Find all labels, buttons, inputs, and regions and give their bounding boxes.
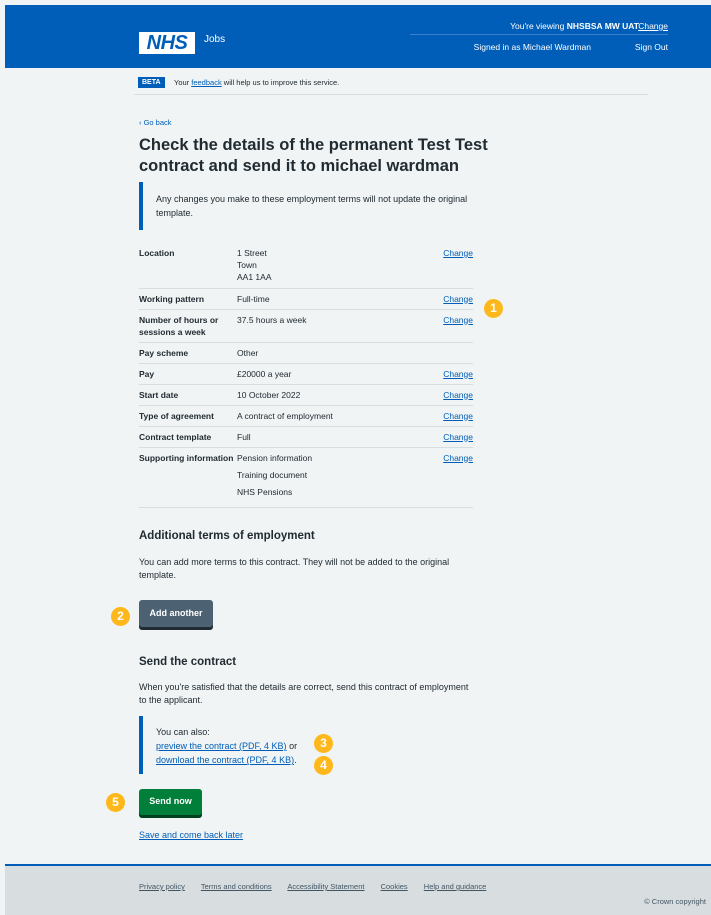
copyright-text: © Crown copyright bbox=[644, 897, 706, 906]
summary-key: Supporting information bbox=[139, 447, 237, 508]
download-options-inset: You can also: preview the contract (PDF,… bbox=[139, 716, 479, 774]
feedback-link[interactable]: feedback bbox=[191, 78, 221, 87]
summary-key: Working pattern bbox=[139, 288, 237, 310]
summary-key: Pay scheme bbox=[139, 342, 237, 364]
summary-key: Type of agreement bbox=[139, 405, 237, 427]
go-back-label: Go back bbox=[143, 118, 172, 127]
callout-badge-5: 5 bbox=[106, 793, 125, 812]
additional-terms-heading: Additional terms of employment bbox=[139, 530, 315, 542]
viewing-org: NHSBSA MW UAT bbox=[566, 21, 639, 31]
page-title: Check the details of the permanent Test … bbox=[139, 136, 488, 175]
beta-text: Your feedback will help us to improve th… bbox=[174, 78, 339, 87]
beta-text-after: will help us to improve this service. bbox=[223, 78, 340, 87]
summary-value: 1 Street Town AA1 1AA bbox=[237, 243, 433, 289]
site-header: NHS Jobs You're viewing NHSBSA MW UAT Ch… bbox=[5, 5, 711, 68]
change-start-date-link[interactable]: Change bbox=[443, 390, 473, 400]
change-pay-link[interactable]: Change bbox=[443, 369, 473, 379]
or-text: or bbox=[289, 741, 298, 751]
summary-key: Pay bbox=[139, 363, 237, 385]
callout-badge-3: 3 bbox=[314, 734, 333, 753]
summary-key: Start date bbox=[139, 384, 237, 406]
footer-links: Privacy policy Terms and conditions Acce… bbox=[139, 882, 500, 891]
supporting-doc: Training document bbox=[237, 469, 308, 480]
summary-value: Other bbox=[237, 342, 433, 364]
save-and-come-back-later-link[interactable]: Save and come back later bbox=[139, 830, 243, 840]
supporting-doc: Pension information bbox=[237, 452, 313, 463]
change-hours-link[interactable]: Change bbox=[443, 315, 473, 325]
signed-in-text: Signed in as Michael Wardman bbox=[473, 42, 591, 52]
summary-key: Contract template bbox=[139, 426, 237, 448]
location-line: Town bbox=[237, 260, 257, 270]
summary-value: 10 October 2022 bbox=[237, 384, 433, 406]
service-name: Jobs bbox=[204, 34, 226, 45]
change-supporting-info-link[interactable]: Change bbox=[443, 453, 473, 463]
footer-link-help[interactable]: Help and guidance bbox=[424, 882, 487, 891]
location-line: 1 Street bbox=[237, 248, 267, 258]
viewing-prefix: You're viewing bbox=[510, 21, 565, 31]
footer-link-terms[interactable]: Terms and conditions bbox=[201, 882, 272, 891]
summary-value: £20000 a year bbox=[237, 363, 433, 385]
go-back-link[interactable]: ‹ Go back bbox=[139, 118, 172, 127]
summary-row-location: Location 1 Street Town AA1 1AA Change bbox=[139, 243, 473, 289]
additional-terms-text: You can add more terms to this contract.… bbox=[139, 557, 450, 580]
change-location-link[interactable]: Change bbox=[443, 248, 473, 258]
viewing-org-text: You're viewing NHSBSA MW UAT bbox=[510, 21, 639, 31]
summary-value: 37.5 hours a week bbox=[237, 309, 433, 343]
summary-row-pay-scheme: Pay scheme Other bbox=[139, 342, 473, 364]
add-another-button[interactable]: Add another bbox=[139, 600, 213, 627]
change-agreement-link[interactable]: Change bbox=[443, 411, 473, 421]
footer-link-accessibility[interactable]: Accessibility Statement bbox=[287, 882, 364, 891]
summary-row-hours: Number of hours or sessions a week 37.5 … bbox=[139, 309, 473, 343]
header-divider bbox=[410, 34, 668, 35]
beta-tag: BETA bbox=[138, 77, 165, 88]
inset-text: Any changes you make to these employment… bbox=[139, 182, 479, 230]
send-contract-heading: Send the contract bbox=[139, 656, 237, 668]
send-contract-text: When you're satisfied that the details a… bbox=[139, 682, 469, 705]
summary-value: Full-time bbox=[237, 288, 433, 310]
send-now-button[interactable]: Send now bbox=[139, 789, 202, 815]
period-text: . bbox=[294, 755, 297, 765]
footer-link-privacy[interactable]: Privacy policy bbox=[139, 882, 185, 891]
summary-value: Full bbox=[237, 426, 433, 448]
summary-key: Location bbox=[139, 243, 237, 289]
summary-row-contract-template: Contract template Full Change bbox=[139, 426, 473, 448]
supporting-doc: NHS Pensions bbox=[237, 486, 293, 497]
callout-badge-4: 4 bbox=[314, 756, 333, 775]
sign-out-link[interactable]: Sign Out bbox=[635, 42, 668, 52]
change-working-pattern-link[interactable]: Change bbox=[443, 294, 473, 304]
summary-row-pay: Pay £20000 a year Change bbox=[139, 363, 473, 385]
change-contract-template-link[interactable]: Change bbox=[443, 432, 473, 442]
summary-row-agreement: Type of agreement A contract of employme… bbox=[139, 405, 473, 427]
change-org-link[interactable]: Change bbox=[638, 21, 668, 31]
summary-row-start-date: Start date 10 October 2022 Change bbox=[139, 384, 473, 406]
location-line: AA1 1AA bbox=[237, 272, 272, 282]
summary-value: Pension information Training document NHS … bbox=[237, 447, 433, 508]
callout-badge-1: 1 bbox=[484, 299, 503, 318]
summary-key: Number of hours or sessions a week bbox=[139, 309, 237, 343]
summary-row-supporting-info: Supporting information Pension informati… bbox=[139, 447, 473, 508]
beta-banner: BETA Your feedback will help us to impro… bbox=[134, 73, 648, 95]
download-contract-link[interactable]: download the contract (PDF, 4 KB) bbox=[156, 755, 294, 765]
summary-value: A contract of employment bbox=[237, 405, 433, 427]
summary-row-working-pattern: Working pattern Full-time Change bbox=[139, 288, 473, 310]
callout-badge-2: 2 bbox=[111, 607, 130, 626]
summary-list: Location 1 Street Town AA1 1AA Change Work… bbox=[139, 243, 473, 508]
preview-contract-link[interactable]: preview the contract (PDF, 4 KB) bbox=[156, 741, 287, 751]
site-footer: Privacy policy Terms and conditions Acce… bbox=[5, 864, 711, 915]
footer-link-cookies[interactable]: Cookies bbox=[381, 882, 408, 891]
beta-text-before: Your bbox=[174, 78, 190, 87]
nhs-logo[interactable]: NHS bbox=[139, 32, 195, 54]
